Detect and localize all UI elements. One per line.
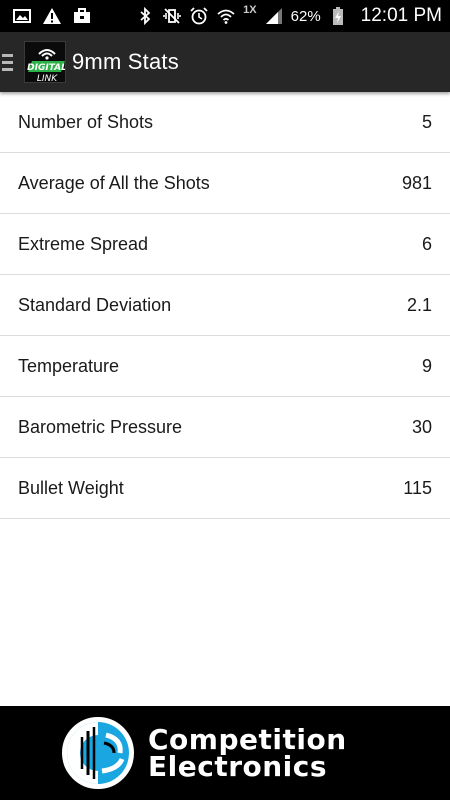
app-bar: DIGITAL LINK 9mm Stats bbox=[0, 32, 450, 92]
status-bar: 1X 62% 12:01 PM bbox=[0, 0, 450, 32]
stat-label: Temperature bbox=[18, 355, 120, 376]
logo-text-top: DIGITAL bbox=[27, 63, 66, 73]
warning-icon bbox=[42, 6, 62, 26]
stat-value: 6 bbox=[421, 233, 432, 254]
stat-label: Standard Deviation bbox=[18, 294, 172, 315]
stat-label: Extreme Spread bbox=[18, 233, 149, 254]
stat-value: 5 bbox=[421, 111, 432, 132]
stat-row-temperature: Temperature 9 bbox=[0, 336, 450, 397]
competition-electronics-banner[interactable]: Competition Electronics bbox=[0, 706, 450, 800]
stat-label: Bullet Weight bbox=[18, 477, 124, 498]
stat-row-standard-deviation: Standard Deviation 2.1 bbox=[0, 275, 450, 336]
network-type-badge: 1X bbox=[243, 4, 257, 16]
battery-percent: 62% bbox=[290, 7, 321, 25]
briefcase-icon bbox=[72, 6, 92, 26]
page-title: 9mm Stats bbox=[72, 49, 179, 74]
competition-electronics-logo-icon bbox=[60, 715, 136, 791]
status-right: 1X 62% 12:01 PM bbox=[135, 4, 442, 27]
stat-value: 981 bbox=[401, 172, 432, 193]
battery-charging-icon bbox=[328, 6, 348, 26]
gallery-icon bbox=[12, 6, 32, 26]
brand-line-1: Competition bbox=[148, 723, 347, 756]
alarm-icon bbox=[189, 6, 209, 26]
bluetooth-icon bbox=[135, 6, 155, 26]
logo-text-bottom: LINK bbox=[37, 74, 58, 83]
stat-row-number-of-shots: Number of Shots 5 bbox=[0, 92, 450, 153]
status-left bbox=[12, 6, 92, 26]
brand-name: Competition Electronics bbox=[148, 723, 347, 783]
digital-link-logo[interactable]: DIGITAL LINK bbox=[24, 41, 66, 83]
brand-line-2: Electronics bbox=[148, 750, 328, 783]
stat-label: Number of Shots bbox=[18, 111, 154, 132]
stat-value: 115 bbox=[403, 477, 432, 498]
stat-value: 9 bbox=[421, 355, 432, 376]
stat-label: Barometric Pressure bbox=[18, 416, 183, 437]
stat-row-bullet-weight: Bullet Weight 115 bbox=[0, 458, 450, 519]
stat-row-extreme-spread: Extreme Spread 6 bbox=[0, 214, 450, 275]
vibrate-mute-icon bbox=[162, 6, 182, 26]
stat-label: Average of All the Shots bbox=[18, 172, 210, 193]
stat-value: 2.1 bbox=[406, 294, 432, 315]
clock-time: 12:01 PM bbox=[360, 5, 442, 26]
signal-strength-icon bbox=[264, 6, 284, 26]
hamburger-menu-icon[interactable] bbox=[0, 32, 18, 92]
stat-row-barometric-pressure: Barometric Pressure 30 bbox=[0, 397, 450, 458]
stat-value: 30 bbox=[411, 416, 432, 437]
stats-list: Number of Shots 5 Average of All the Sho… bbox=[0, 92, 450, 519]
wifi-icon bbox=[216, 6, 236, 26]
screen: 1X 62% 12:01 PM DIGITAL LINK 9mm Stats N… bbox=[0, 0, 450, 800]
stat-row-average: Average of All the Shots 981 bbox=[0, 153, 450, 214]
